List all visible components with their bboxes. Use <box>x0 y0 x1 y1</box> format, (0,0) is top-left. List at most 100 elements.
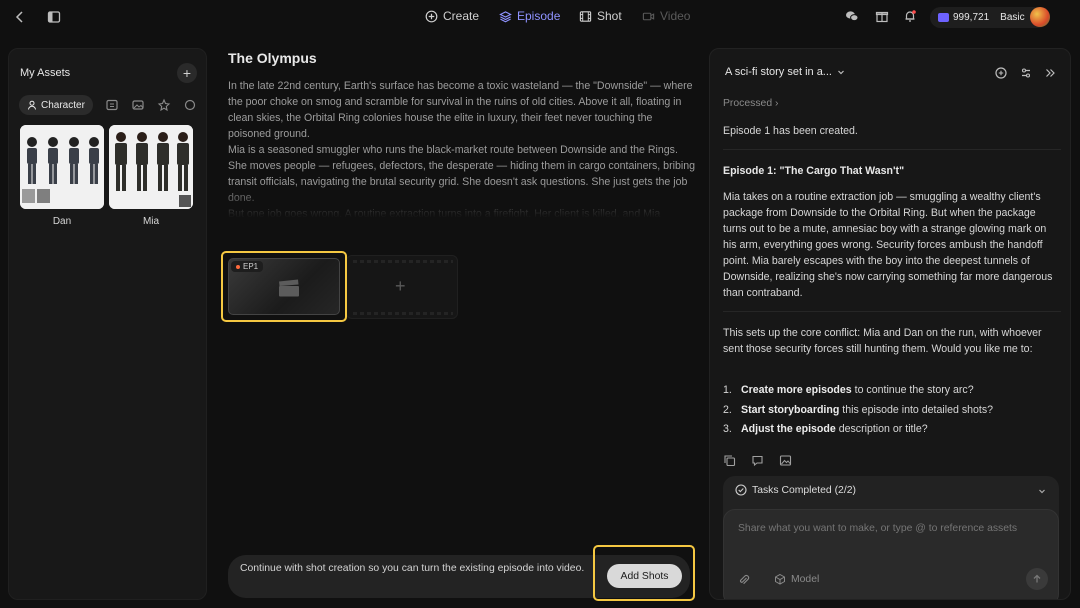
settings-sliders-icon[interactable] <box>1019 66 1033 80</box>
story-paragraph: But one job goes wrong. A routine extrac… <box>228 208 661 218</box>
prompt-box: Model <box>723 509 1059 599</box>
tab-shot[interactable]: Shot <box>579 9 622 23</box>
story-text: In the late 22nd century, Earth's surfac… <box>228 78 698 218</box>
option-text: this episode into detailed shots? <box>839 403 994 416</box>
gift-icon[interactable] <box>875 9 891 25</box>
options-list: 1. Create more episodes to continue the s… <box>723 381 993 440</box>
option-text: to continue the story arc? <box>851 384 974 396</box>
assets-title: My Assets <box>20 67 71 79</box>
filter-character-label: Character <box>41 99 85 111</box>
voice-filter-icon[interactable] <box>183 98 197 112</box>
option-bold: Start storyboarding <box>741 403 840 416</box>
list-number: 1. <box>723 384 732 396</box>
list-item: 3. Adjust the episode description or titl… <box>723 420 993 440</box>
send-button[interactable] <box>1026 568 1048 590</box>
tab-video: Video <box>642 9 690 23</box>
comment-icon[interactable] <box>751 454 764 467</box>
add-shots-button[interactable]: Add Shots <box>607 564 682 588</box>
plan-label: Basic <box>1000 12 1025 23</box>
credits-gem-icon <box>938 13 949 22</box>
credits-value: 999,721 <box>953 12 990 23</box>
chevron-down-icon[interactable] <box>1037 486 1047 496</box>
model-label: Model <box>791 573 820 585</box>
followup-message: This sets up the core conflict: Mia and … <box>723 327 1042 355</box>
list-item: 1. Create more episodes to continue the s… <box>723 381 993 401</box>
add-asset-button[interactable]: + <box>177 63 197 83</box>
tab-episode-label: Episode <box>517 9 561 23</box>
prompt-input[interactable] <box>738 523 1038 534</box>
tasks-summary[interactable]: Tasks Completed (2/2) <box>735 484 856 496</box>
image-filter-icon[interactable] <box>131 98 145 112</box>
assets-panel: My Assets + Character Dan Mia <box>8 48 207 600</box>
add-episode-plus-icon: + <box>395 276 406 296</box>
film-perforation <box>353 312 453 315</box>
episode-badge: EP1 <box>231 261 264 272</box>
tab-shot-label: Shot <box>597 9 622 23</box>
add-episode-slot[interactable]: + <box>346 255 458 319</box>
model-selector[interactable]: Model <box>774 573 819 585</box>
status-dot <box>236 264 240 269</box>
scene-filter-icon[interactable] <box>105 98 119 112</box>
tab-create[interactable]: Create <box>425 9 479 23</box>
arrow-up-icon <box>1033 574 1041 583</box>
story-title: The Olympus <box>228 50 317 66</box>
sidebar-toggle-icon[interactable] <box>46 9 62 25</box>
asset-name-mia: Mia <box>142 216 160 227</box>
asset-thumbnail-mia <box>109 125 193 209</box>
chevron-down-icon <box>838 70 844 75</box>
new-chat-icon[interactable] <box>994 66 1008 80</box>
list-number: 3. <box>723 423 732 435</box>
option-text: description or title? <box>835 423 928 435</box>
tasks-composer: Tasks Completed (2/2) Model <box>723 476 1059 599</box>
message-actions <box>723 454 792 467</box>
avatar[interactable] <box>1030 7 1050 27</box>
back-icon[interactable] <box>12 9 28 25</box>
prop-filter-icon[interactable] <box>157 98 171 112</box>
collapse-panel-icon[interactable] <box>1043 66 1057 80</box>
episode-created-message: Episode 1 has been created. <box>723 125 858 137</box>
copy-icon[interactable] <box>723 454 736 467</box>
processed-label: Processed <box>723 98 773 109</box>
image-icon[interactable] <box>779 454 792 467</box>
video-icon <box>642 12 655 20</box>
wechat-icon[interactable] <box>845 9 861 25</box>
divider <box>723 311 1061 312</box>
option-bold: Create more episodes <box>741 384 852 396</box>
episode-thumbnail: EP1 <box>228 258 340 315</box>
asset-card-mia[interactable]: Mia <box>109 125 193 227</box>
tasks-label: Tasks Completed (2/2) <box>752 484 856 496</box>
layers-icon <box>499 10 512 22</box>
option-bold: Adjust the episode <box>741 423 836 435</box>
plus-circle-icon <box>425 10 438 22</box>
chevron-right-icon: › <box>774 98 779 109</box>
person-icon <box>28 100 36 110</box>
divider <box>723 149 1061 150</box>
top-bar: Create Episode Shot Video 999,721 Basic <box>0 0 1080 34</box>
tab-episode[interactable]: Episode <box>499 9 560 23</box>
film-perforation <box>353 260 453 263</box>
episode-badge-label: EP1 <box>243 262 259 271</box>
processed-toggle[interactable]: Processed › <box>723 98 778 109</box>
chat-title: A sci-fi story set in a... <box>725 66 832 78</box>
episode-heading: Episode 1: "The Cargo That Wasn't" <box>723 165 905 177</box>
story-paragraph: Mia is a seasoned smuggler who runs the … <box>228 144 695 204</box>
episode-card-ep1[interactable]: EP1 <box>221 251 347 322</box>
filter-character[interactable]: Character <box>19 95 93 115</box>
suggestion-text: Continue with shot creation so you can t… <box>240 563 585 574</box>
story-paragraph: In the late 22nd century, Earth's surfac… <box>228 80 693 140</box>
tab-video-label: Video <box>660 9 691 23</box>
tab-create-label: Create <box>443 9 480 23</box>
bell-icon[interactable] <box>903 9 919 25</box>
attach-icon[interactable] <box>738 574 750 586</box>
asset-card-dan[interactable]: Dan <box>20 125 104 227</box>
chat-title-dropdown[interactable]: A sci-fi story set in a... <box>725 66 846 78</box>
film-icon <box>579 10 592 22</box>
list-number: 2. <box>723 403 732 416</box>
clapperboard-icon <box>278 279 300 297</box>
check-circle-icon <box>735 484 747 496</box>
chat-panel: A sci-fi story set in a... Processed › E… <box>709 48 1071 600</box>
list-item: 2. Start storyboarding this episode into … <box>723 401 993 421</box>
asset-name-dan: Dan <box>52 216 72 227</box>
asset-filter-row: Character <box>19 95 197 115</box>
episode-description: Mia takes on a routine extraction job — … <box>723 191 1053 299</box>
